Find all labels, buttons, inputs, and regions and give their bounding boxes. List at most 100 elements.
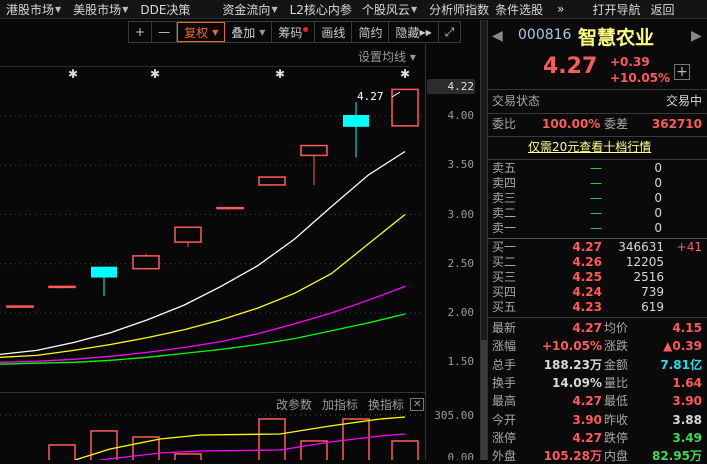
stock-code: 000816: [518, 27, 572, 43]
event-marker-icon[interactable]: ✱: [68, 67, 78, 81]
next-stock-icon[interactable]: ▶: [691, 28, 702, 44]
back-button[interactable]: 返回: [640, 1, 674, 18]
stat-value: 4.27: [572, 394, 602, 409]
ask-price: —: [590, 161, 602, 175]
overlay-dropdown[interactable]: 叠加 ▼: [225, 22, 273, 42]
stock-name: 智慧农业: [578, 27, 655, 49]
add-indicator-button[interactable]: 加指标: [322, 396, 358, 413]
switch-indicator-button[interactable]: 换指标: [368, 396, 404, 413]
candlestick[interactable]: [343, 115, 369, 127]
draw-line-button[interactable]: 画线: [315, 22, 353, 42]
open-nav-button[interactable]: 打开导航: [586, 1, 640, 18]
bid-label: 买四: [492, 285, 517, 299]
bid-price: 4.24: [572, 285, 602, 299]
stat-label: 最高: [492, 394, 517, 409]
candlestick[interactable]: [258, 176, 286, 186]
stat-label: 最低: [604, 394, 629, 409]
weicha-label: 委差: [604, 117, 629, 131]
stat-value: 4.27: [572, 321, 602, 335]
moving-average-line: [0, 150, 406, 356]
ask-price: —: [590, 221, 602, 235]
stat-row: 总手 188.23万 金额 7.81亿: [492, 358, 702, 373]
menu-item[interactable]: L2核心内参: [284, 1, 356, 18]
candlestick[interactable]: [6, 305, 34, 308]
menu-item[interactable]: 美股市场: [67, 1, 121, 18]
candlestick[interactable]: [48, 285, 76, 289]
zoom-out-button[interactable]: —: [152, 22, 178, 42]
candlestick[interactable]: [91, 266, 117, 278]
volume-bar[interactable]: [90, 430, 118, 460]
y-tick-label: 3.50: [447, 158, 475, 172]
candlestick[interactable]: [174, 226, 202, 243]
menu-item[interactable]: 资金流向: [216, 1, 270, 18]
bid-row: 买四 4.24 739: [492, 285, 702, 300]
stat-label: 量比: [604, 375, 629, 390]
candlestick[interactable]: [300, 144, 328, 157]
current-price-label: 4.22: [447, 80, 475, 93]
caret-down-icon: ▼: [212, 27, 219, 37]
event-marker-icon[interactable]: ✱: [400, 67, 410, 81]
candlestick[interactable]: [216, 206, 244, 210]
ask-label: 卖二: [492, 206, 517, 220]
stat-value: 3.90: [572, 412, 602, 427]
menu-item[interactable]: DDE决策: [134, 1, 216, 18]
bid-row: 买三 4.25 2516: [492, 270, 702, 285]
ask-volume: 0: [654, 221, 662, 235]
hide-button[interactable]: 隐藏 ▶▶: [389, 22, 439, 42]
stat-value: 188.23万: [543, 357, 602, 372]
prev-stock-icon[interactable]: ◀: [492, 28, 503, 44]
ask-price: —: [590, 191, 602, 205]
fullscreen-button[interactable]: ⤢: [439, 22, 461, 42]
bid-price: 4.25: [572, 270, 602, 284]
event-marker-icon[interactable]: ✱: [150, 67, 160, 81]
edit-params-button[interactable]: 改参数: [276, 396, 312, 413]
ask-label: 卖五: [492, 161, 517, 175]
candlestick[interactable]: [132, 255, 160, 270]
stat-value: ▲0.39: [663, 339, 702, 354]
volume-bar[interactable]: [258, 418, 286, 460]
ask-label: 卖三: [492, 191, 517, 205]
bid-volume: 739: [641, 285, 664, 299]
menu-item[interactable]: 分析师指数: [423, 1, 489, 18]
stat-row: 最新 4.27 均价 4.15: [492, 321, 702, 336]
chips-button[interactable]: 筹码: [272, 22, 316, 42]
menu-item[interactable]: 个股风云: [356, 1, 410, 18]
menu-item[interactable]: 条件选股: [489, 1, 543, 18]
stat-value: 3.49: [672, 430, 702, 445]
volume-bar[interactable]: [48, 444, 76, 460]
fuquan-dropdown[interactable]: 复权 ▼: [177, 22, 226, 42]
hide-label: 隐藏: [395, 25, 420, 40]
stat-label: 涨停: [492, 430, 517, 445]
volume-bar[interactable]: [391, 440, 419, 460]
volume-bar[interactable]: [300, 440, 328, 460]
zoom-in-button[interactable]: +: [129, 22, 153, 42]
last-price-annotation: 4.27: [357, 90, 384, 103]
ask-volume: 0: [654, 161, 662, 175]
event-marker-icon[interactable]: ✱: [275, 67, 285, 81]
more-menu-button[interactable]: »: [543, 2, 586, 16]
stat-row: 涨停 4.27 跌停 3.49: [492, 431, 702, 446]
add-watchlist-button[interactable]: +: [674, 64, 690, 80]
fuquan-label: 复权: [184, 25, 209, 40]
stat-label: 外盘: [492, 449, 517, 464]
bid-change: +41: [676, 240, 702, 254]
bid-volume: 12205: [625, 255, 664, 269]
stat-label: 最新: [492, 321, 517, 335]
indicator-toolbar: 改参数 加指标 换指标 ✕: [276, 396, 425, 413]
ask-price: —: [590, 206, 602, 220]
close-icon[interactable]: ✕: [410, 398, 425, 411]
y-tick-label: 1.50: [447, 355, 475, 369]
volume-bar[interactable]: [174, 453, 202, 460]
ask-label: 卖四: [492, 176, 517, 190]
menu-item[interactable]: 港股市场: [0, 1, 54, 18]
bid-row: 买二 4.26 12205: [492, 255, 702, 270]
weicha-value: 362710: [651, 117, 702, 131]
volume-zero-label: 0.00: [447, 451, 475, 460]
simple-mode-button[interactable]: 简约: [352, 22, 390, 42]
top-menu-bar: 港股市场 ▼ 美股市场 ▼ DDE决策 资金流向 ▼ L2核心内参 个股风云 ▼ 分析师…: [0, 0, 707, 19]
stat-value: 7.81亿: [660, 357, 702, 372]
chips-label: 筹码: [278, 25, 303, 40]
level2-promo-link[interactable]: 仅需20元查看十档行情: [528, 138, 651, 155]
y-tick-label: 3.00: [447, 207, 475, 221]
bid-label: 买一: [492, 240, 517, 254]
